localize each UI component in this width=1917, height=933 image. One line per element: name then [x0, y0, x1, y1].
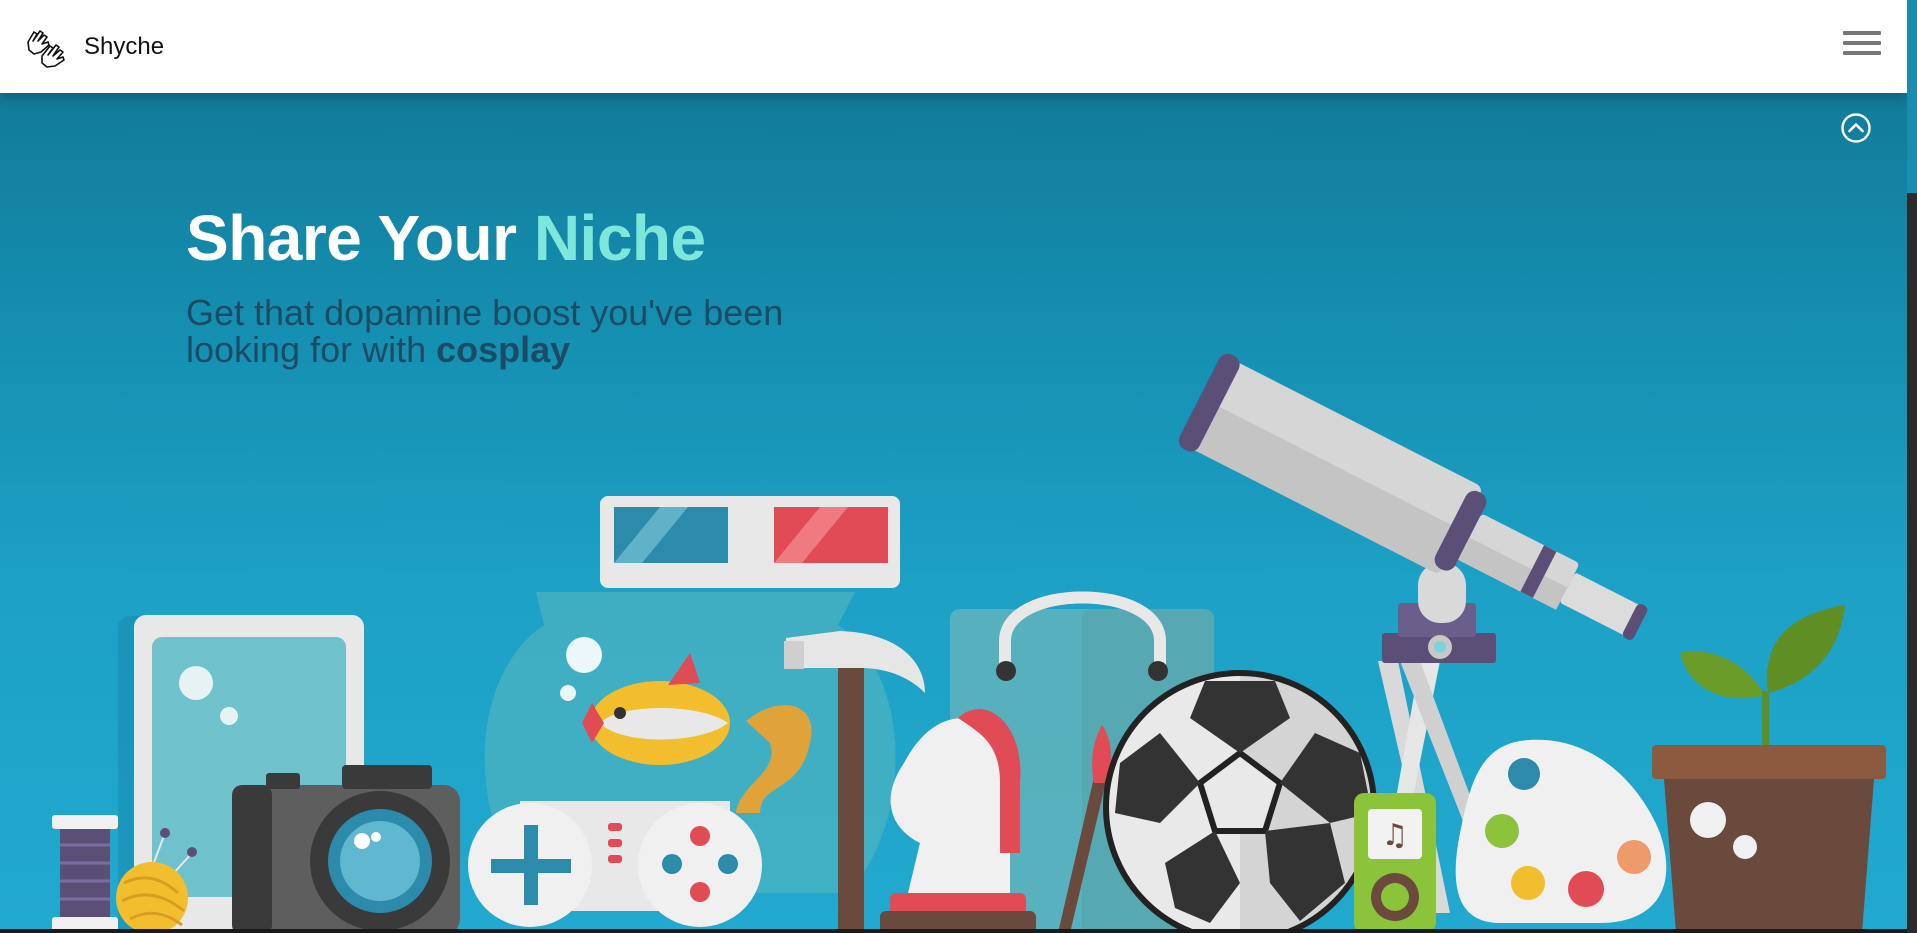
- hero-title-accent: Niche: [533, 202, 706, 274]
- hands-icon: [27, 30, 65, 68]
- navbar: Shyche: [0, 0, 1907, 93]
- music-player-icon: ♫: [1354, 793, 1436, 931]
- page-scrollbar[interactable]: [1907, 0, 1917, 933]
- hamburger-menu-icon[interactable]: [1843, 31, 1881, 61]
- brand-name: Shyche: [84, 33, 165, 60]
- game-controller-icon: [468, 801, 762, 927]
- potted-plant-icon: [1652, 605, 1886, 931]
- brand-link[interactable]: Shyche: [24, 26, 164, 68]
- hero-title: Share Your Niche: [186, 201, 706, 275]
- hero-section: ♫ Share Your Niche Get that dopamine boo…: [0, 93, 1907, 931]
- hero-title-main: Share Your: [186, 202, 534, 274]
- page: Shyche ♫ Share Your Niche Get that dopam…: [0, 0, 1917, 933]
- hero-subtitle: Get that dopamine boost you've been look…: [186, 294, 886, 368]
- hero-subtitle-keyword: cosplay: [436, 329, 571, 370]
- camera-icon: [232, 765, 460, 931]
- chess-knight-icon: [880, 709, 1036, 931]
- soccer-ball-icon: [1103, 670, 1377, 931]
- scrollbar-thumb[interactable]: [1907, 0, 1917, 193]
- paint-palette-icon: [1455, 739, 1667, 923]
- hero-bottom-bar: [0, 929, 1907, 933]
- thread-spool-icon: [52, 815, 118, 931]
- svg-text:♫: ♫: [1382, 818, 1409, 853]
- chevron-up-circle-icon[interactable]: [1841, 113, 1871, 143]
- 3d-glasses-icon: [600, 496, 900, 588]
